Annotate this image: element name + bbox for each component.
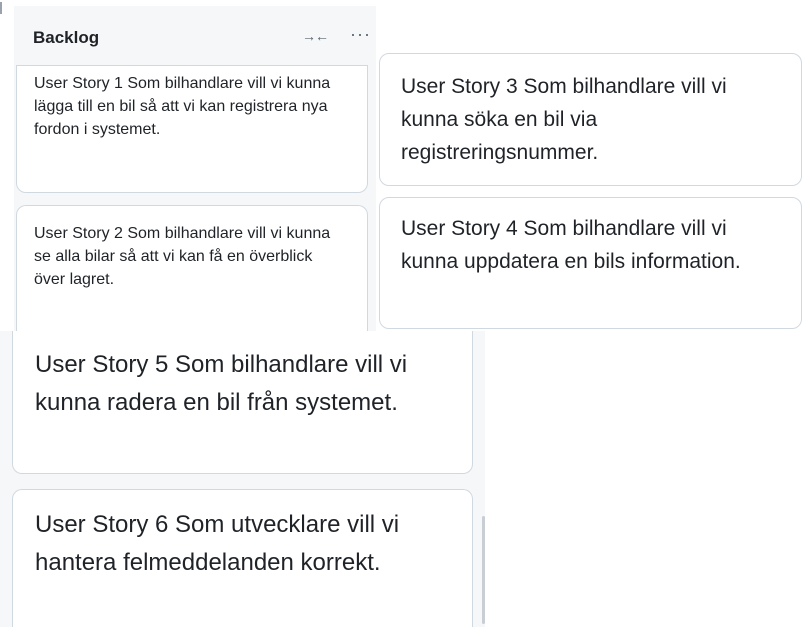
- card-title: User Story 4 Som bilhandlare vill vi kun…: [401, 217, 741, 273]
- issue-card[interactable]: User Story 6 Som utvecklare vill vi hant…: [12, 489, 473, 627]
- edge-mark: [0, 2, 2, 14]
- card-title: User Story 3 Som bilhandlare vill vi kun…: [401, 75, 727, 164]
- column-title: Backlog: [33, 28, 100, 47]
- card-title: User Story 1 Som bilhandlare vill vi kun…: [34, 75, 331, 138]
- card-title: User Story 2 Som bilhandlare vill vi kun…: [34, 225, 331, 288]
- issue-card[interactable]: User Story 3 Som bilhandlare vill vi kun…: [379, 53, 802, 186]
- column-scrollbar[interactable]: [482, 516, 485, 624]
- issue-card[interactable]: User Story 1 Som bilhandlare vill vi kun…: [16, 65, 368, 193]
- more-options-icon[interactable]: ···: [350, 24, 371, 45]
- card-title: User Story 5 Som bilhandlare vill vi kun…: [35, 351, 408, 416]
- issue-card[interactable]: User Story 2 Som bilhandlare vill vi kun…: [16, 205, 368, 331]
- issue-card[interactable]: User Story 5 Som bilhandlare vill vi kun…: [12, 331, 473, 474]
- card-title: User Story 6 Som utvecklare vill vi hant…: [35, 511, 400, 576]
- collapse-icon[interactable]: →←: [302, 28, 329, 44]
- issue-card[interactable]: User Story 4 Som bilhandlare vill vi kun…: [379, 197, 802, 329]
- column-header: Backlog →← ···: [14, 10, 376, 62]
